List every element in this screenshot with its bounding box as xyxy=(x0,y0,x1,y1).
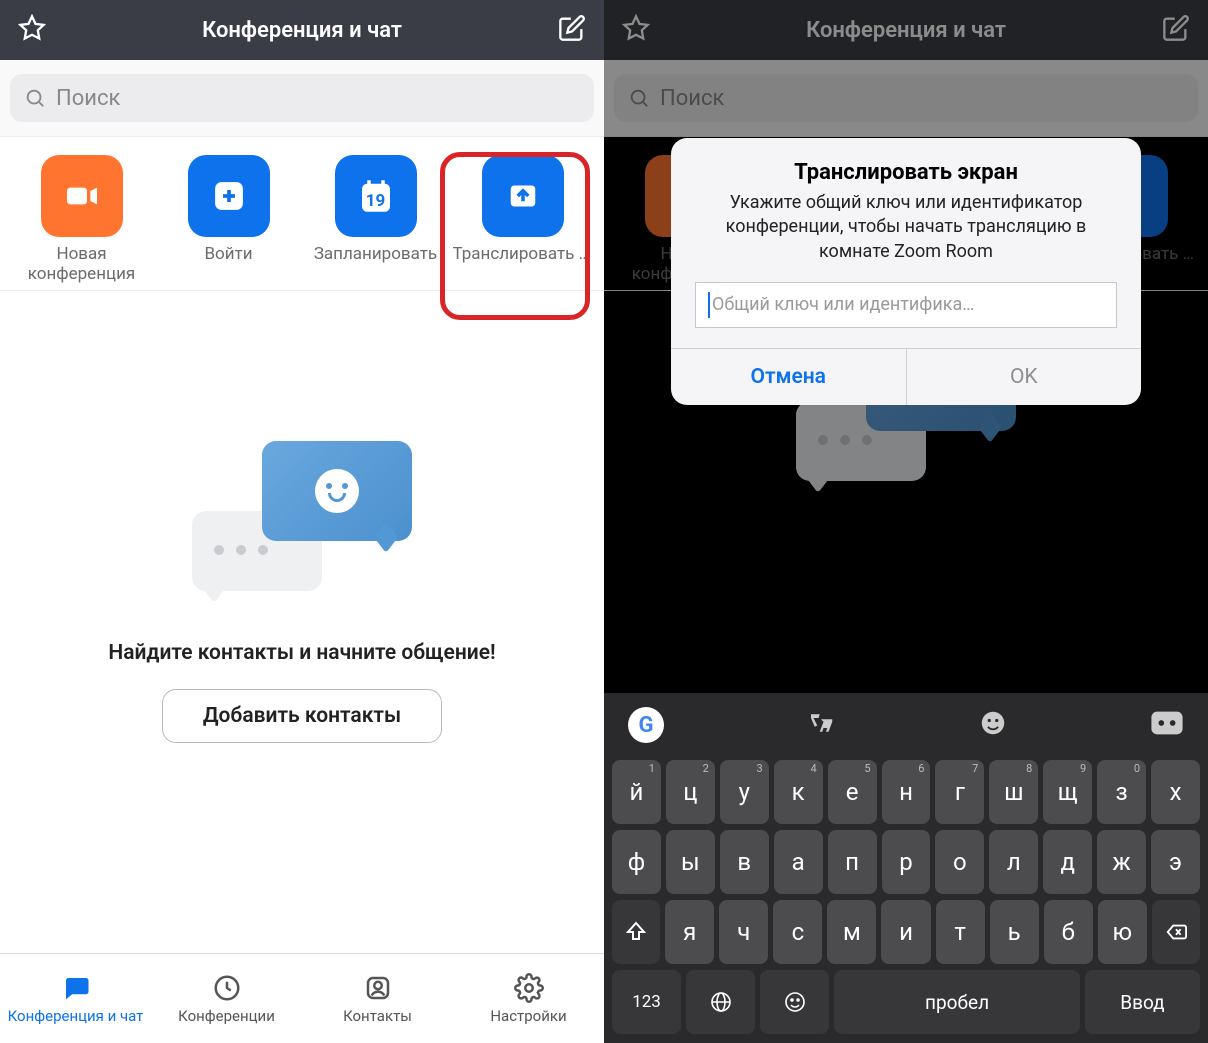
keyboard-row-1: й1ц2у3к4е5н6г7ш8щ9з0х xyxy=(610,757,1202,827)
gif-icon[interactable] xyxy=(1150,710,1184,740)
action-share-screen[interactable]: Транслировать э... xyxy=(453,155,593,284)
key-ю[interactable]: ю xyxy=(1098,900,1147,964)
shift-icon xyxy=(624,920,648,944)
keyboard-row-3: ячсмитьбю xyxy=(610,897,1202,967)
key-л[interactable]: л xyxy=(989,830,1038,894)
add-contacts-button[interactable]: Добавить контакты xyxy=(162,689,442,743)
favorites-icon xyxy=(622,14,650,46)
action-new-meeting[interactable]: Новая конференция xyxy=(12,155,152,284)
action-schedule[interactable]: 19 Запланировать xyxy=(306,155,446,284)
share-screen-dialog: Транслировать экран Укажите общий ключ и… xyxy=(671,138,1141,405)
keyboard-row-4: 123 пробел Ввод xyxy=(610,967,1202,1037)
compose-icon[interactable] xyxy=(558,14,586,46)
key-и[interactable]: и xyxy=(881,900,930,964)
key-ш[interactable]: ш8 xyxy=(989,760,1038,824)
numeric-key[interactable]: 123 xyxy=(612,970,681,1034)
key-р[interactable]: р xyxy=(882,830,931,894)
share-screen-icon xyxy=(482,155,564,237)
search-input[interactable]: Поиск xyxy=(10,74,594,122)
text-cursor xyxy=(708,292,710,318)
key-ф[interactable]: ф xyxy=(612,830,661,894)
sticker-icon[interactable] xyxy=(978,708,1008,742)
key-м[interactable]: м xyxy=(827,900,876,964)
dialog-description: Укажите общий ключ или идентификатор кон… xyxy=(695,191,1117,264)
shift-key[interactable] xyxy=(612,900,660,964)
key-щ[interactable]: щ9 xyxy=(1043,760,1092,824)
translate-icon[interactable] xyxy=(806,708,836,742)
plus-icon xyxy=(188,155,270,237)
tab-chat[interactable]: Конференция и чат xyxy=(0,954,151,1043)
header-title: Конференция и чат xyxy=(202,18,402,43)
onscreen-keyboard: G й1ц2у3к4е5н6г7ш8щ9з0х фывапролджэ ячсм… xyxy=(604,693,1208,1043)
key-ц[interactable]: ц2 xyxy=(666,760,715,824)
empty-state: Найдите контакты и начните общение! Доба… xyxy=(0,291,604,953)
tab-meetings[interactable]: Конференции xyxy=(151,954,302,1043)
key-в[interactable]: в xyxy=(720,830,769,894)
key-ь[interactable]: ь xyxy=(990,900,1039,964)
key-к[interactable]: к4 xyxy=(774,760,823,824)
key-т[interactable]: т xyxy=(936,900,985,964)
key-г[interactable]: г7 xyxy=(935,760,984,824)
search-input-dimmed: Поиск xyxy=(614,74,1198,122)
key-ч[interactable]: ч xyxy=(719,900,768,964)
key-у[interactable]: у3 xyxy=(720,760,769,824)
screen-left: Конференция и чат Поиск Новая конференци… xyxy=(0,0,604,1043)
screen-right: Конференция и чат Поиск Новая конференци… xyxy=(604,0,1208,1043)
search-bar-container: Поиск xyxy=(0,60,604,136)
input-placeholder: Общий ключ или идентифика… xyxy=(712,294,974,315)
calendar-icon: 19 xyxy=(335,155,417,237)
compose-icon xyxy=(1162,14,1190,46)
google-icon[interactable]: G xyxy=(628,707,664,743)
action-join[interactable]: Войти xyxy=(159,155,299,284)
key-е[interactable]: е5 xyxy=(828,760,877,824)
search-icon xyxy=(24,87,46,109)
key-с[interactable]: с xyxy=(773,900,822,964)
key-о[interactable]: о xyxy=(935,830,984,894)
chat-icon xyxy=(59,973,93,1003)
backspace-key[interactable] xyxy=(1152,900,1200,964)
key-х[interactable]: х xyxy=(1151,760,1200,824)
dialog-ok-button[interactable]: OK xyxy=(907,349,1142,405)
key-я[interactable]: я xyxy=(665,900,714,964)
empty-state-text: Найдите контакты и начните общение! xyxy=(108,641,495,665)
backspace-icon xyxy=(1162,921,1190,943)
space-key[interactable]: пробел xyxy=(834,970,1080,1034)
dialog-cancel-button[interactable]: Отмена xyxy=(671,349,907,405)
key-э[interactable]: э xyxy=(1151,830,1200,894)
key-б[interactable]: б xyxy=(1044,900,1093,964)
quick-actions-row: Новая конференция Войти 19 Запланировать… xyxy=(0,136,604,291)
gear-icon xyxy=(514,973,544,1003)
globe-key[interactable] xyxy=(686,970,755,1034)
enter-key[interactable]: Ввод xyxy=(1085,970,1200,1034)
search-placeholder: Поиск xyxy=(56,86,120,111)
contacts-icon xyxy=(363,973,393,1003)
tab-contacts[interactable]: Контакты xyxy=(302,954,453,1043)
key-ж[interactable]: ж xyxy=(1097,830,1146,894)
dialog-title: Транслировать экран xyxy=(695,160,1117,185)
keyboard-toolbar: G xyxy=(610,701,1202,757)
key-ы[interactable]: ы xyxy=(666,830,715,894)
key-й[interactable]: й1 xyxy=(612,760,661,824)
favorites-icon[interactable] xyxy=(18,14,46,46)
globe-icon xyxy=(709,990,733,1014)
key-п[interactable]: п xyxy=(828,830,877,894)
emoji-key[interactable] xyxy=(760,970,829,1034)
clock-icon xyxy=(212,973,242,1003)
video-icon xyxy=(41,155,123,237)
app-header: Конференция и чат xyxy=(0,0,604,60)
chat-illustration xyxy=(192,441,412,611)
emoji-icon xyxy=(783,990,807,1014)
key-д[interactable]: д xyxy=(1043,830,1092,894)
tab-bar: Конференция и чат Конференции Контакты Н… xyxy=(0,953,604,1043)
keyboard-row-2: фывапролджэ xyxy=(610,827,1202,897)
tab-settings[interactable]: Настройки xyxy=(453,954,604,1043)
key-з[interactable]: з0 xyxy=(1097,760,1146,824)
sharing-key-input[interactable]: Общий ключ или идентифика… xyxy=(695,282,1117,328)
app-header-dimmed: Конференция и чат xyxy=(604,0,1208,60)
key-а[interactable]: а xyxy=(774,830,823,894)
key-н[interactable]: н6 xyxy=(882,760,931,824)
